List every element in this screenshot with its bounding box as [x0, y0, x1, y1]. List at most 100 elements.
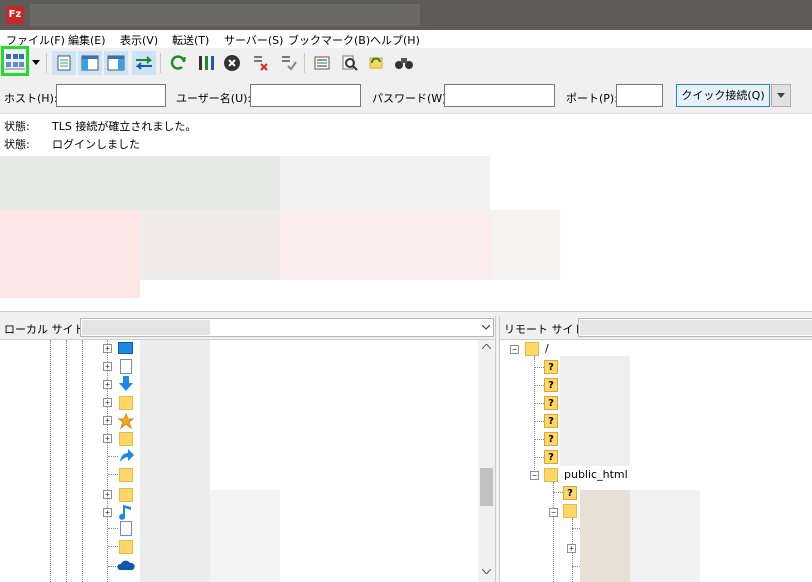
window-title-redacted — [30, 4, 420, 26]
toolbar — [0, 48, 812, 78]
toolbar-divider — [160, 53, 161, 73]
cancel-operation-button[interactable] — [220, 51, 244, 75]
redacted-tree-labels — [140, 340, 210, 582]
redacted-log-block — [490, 210, 560, 280]
remote-tree-icon — [107, 55, 125, 71]
toolbar-divider — [46, 53, 47, 73]
onedrive-cloud-icon — [117, 560, 135, 570]
tree-guide — [534, 439, 544, 440]
redacted-log-block — [0, 156, 280, 210]
tree-guide — [108, 546, 118, 547]
remote-site-bar: リモート サイト: — [500, 316, 812, 340]
menu-transfer[interactable]: 転送(T) — [172, 32, 209, 48]
title-bar: Fz — [0, 0, 812, 30]
scrollbar-thumb[interactable] — [480, 468, 493, 506]
menu-help[interactable]: ヘルプ(H) — [370, 32, 420, 48]
toolbar-divider — [304, 53, 305, 73]
unknown-folder-icon: ? — [544, 360, 558, 374]
remote-directory-tree[interactable]: − / ? ? ? ? ? ? − public_html ? − + — [500, 340, 812, 582]
host-input[interactable] — [56, 84, 166, 107]
expand-toggle[interactable]: + — [103, 508, 112, 517]
chevron-down-icon — [777, 93, 785, 98]
remote-path-combobox[interactable] — [578, 318, 812, 337]
tree-guide — [108, 528, 118, 529]
local-directory-tree[interactable]: + + + + + + + + — [0, 340, 478, 582]
favorites-star-icon — [118, 413, 134, 429]
site-manager-button[interactable] — [1, 46, 29, 76]
reconnect-icon — [282, 56, 297, 71]
filter-button[interactable] — [194, 51, 218, 75]
local-tree-scrollbar[interactable] — [478, 340, 495, 582]
collapse-toggle[interactable]: − — [530, 471, 539, 480]
unknown-folder-icon: ? — [544, 396, 558, 410]
public-html-label[interactable]: public_html — [564, 468, 628, 481]
quickconnect-button[interactable]: クイック接続(Q) — [676, 84, 770, 107]
unknown-folder-icon: ? — [544, 432, 558, 446]
redacted-tree-labels — [210, 490, 280, 582]
expand-toggle[interactable]: + — [103, 380, 112, 389]
expand-toggle[interactable]: + — [103, 344, 112, 353]
toggle-transfer-queue-button[interactable] — [132, 51, 156, 75]
quickconnect-history-dropdown[interactable] — [771, 84, 791, 107]
filezilla-logo-icon: Fz — [6, 6, 24, 24]
local-site-label: ローカル サイト: — [4, 323, 89, 336]
collapse-toggle[interactable]: − — [549, 508, 558, 517]
filter-icon — [199, 56, 214, 70]
folder-icon — [119, 396, 133, 410]
host-label: ホスト(H): — [4, 92, 58, 105]
shortcut-arrow-icon — [120, 449, 134, 462]
menu-bookmarks[interactable]: ブックマーク(B) — [288, 32, 370, 48]
toggle-local-tree-button[interactable] — [78, 51, 102, 75]
disconnect-button[interactable] — [248, 51, 272, 75]
music-note-icon — [119, 505, 131, 520]
port-input[interactable] — [616, 84, 663, 107]
tree-guide — [66, 340, 67, 582]
disconnect-icon — [254, 56, 268, 71]
directory-listing-filter-button[interactable] — [310, 51, 334, 75]
refresh-button[interactable] — [166, 51, 190, 75]
toggle-remote-tree-button[interactable] — [104, 51, 128, 75]
unknown-folder-icon: ? — [544, 450, 558, 464]
expand-toggle[interactable]: + — [103, 490, 112, 499]
binoculars-icon — [395, 58, 413, 69]
documents-icon — [120, 359, 132, 374]
search-files-button[interactable] — [338, 51, 362, 75]
password-input[interactable] — [444, 84, 555, 107]
redacted-log-block — [280, 156, 490, 210]
toggle-message-log-button[interactable] — [52, 51, 76, 75]
expand-toggle[interactable]: + — [103, 416, 112, 425]
chevron-down-icon[interactable] — [482, 325, 490, 330]
menu-edit[interactable]: 編集(E) — [68, 32, 106, 48]
folder-icon — [119, 540, 133, 554]
directory-listing-icon — [314, 56, 330, 70]
chevron-down-icon[interactable] — [482, 569, 491, 574]
filezilla-window: Fz ファイル(F) 編集(E) 表示(V) 転送(T) サーバー(S) ブック… — [0, 0, 812, 582]
chevron-up-icon[interactable] — [482, 344, 491, 349]
chevron-down-icon — [32, 60, 40, 65]
log-message: TLS 接続が確立されました。 — [52, 120, 197, 133]
synchronized-browsing-button[interactable] — [364, 51, 388, 75]
menu-server[interactable]: サーバー(S) — [224, 32, 283, 48]
tree-guide — [108, 474, 118, 475]
site-manager-dropdown-button[interactable] — [30, 51, 42, 75]
log-entry: 状態: TLS 接続が確立されました。 — [4, 118, 196, 134]
quickconnect-bar: ホスト(H): ユーザー名(U): パスワード(W): ポート(P): クイック… — [0, 78, 812, 114]
collapse-toggle[interactable]: − — [510, 345, 519, 354]
sync-browse-icon — [369, 57, 383, 69]
expand-toggle[interactable]: + — [567, 544, 576, 553]
redacted-tree-labels — [630, 490, 700, 582]
expand-toggle[interactable]: + — [103, 362, 112, 371]
site-manager-icon — [5, 54, 25, 70]
find-remote-files-button[interactable] — [392, 51, 416, 75]
expand-toggle[interactable]: + — [103, 398, 112, 407]
expand-toggle[interactable]: + — [103, 434, 112, 443]
remote-root-label[interactable]: / — [545, 342, 549, 355]
menu-view[interactable]: 表示(V) — [120, 32, 158, 48]
message-log[interactable]: 状態: TLS 接続が確立されました。 状態: ログインしました — [0, 114, 812, 312]
tree-guide — [534, 367, 544, 368]
tree-guide — [50, 340, 51, 582]
username-input[interactable] — [250, 84, 361, 107]
transfer-queue-icon — [135, 56, 153, 70]
reconnect-button[interactable] — [276, 51, 300, 75]
local-path-combobox[interactable] — [80, 318, 494, 337]
